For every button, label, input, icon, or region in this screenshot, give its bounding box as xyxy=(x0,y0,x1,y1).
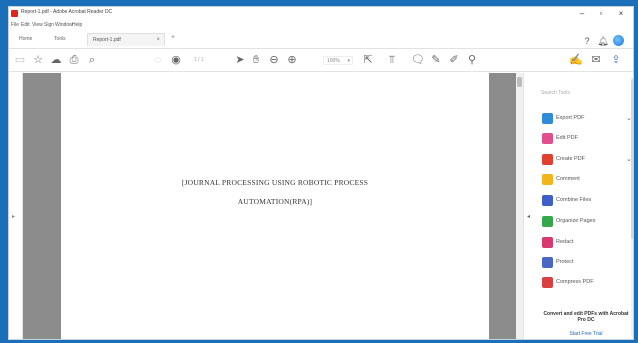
tool-edit-pdf[interactable]: Edit PDF xyxy=(542,132,632,146)
tool-organize-pages[interactable]: Organize Pages xyxy=(542,215,632,229)
panel-scrollbar-thumb[interactable] xyxy=(631,79,633,239)
menu-edit[interactable]: Edit xyxy=(21,22,30,28)
comment-tool-icon xyxy=(542,174,553,185)
tools-panel: ◂ Search Tools Export PDF ⌄ Edit PDF Cre… xyxy=(523,73,633,339)
search-tools-input[interactable]: Search Tools xyxy=(538,87,618,99)
document-scrollbar-thumb[interactable] xyxy=(517,77,522,87)
combine-files-icon xyxy=(542,195,553,206)
free-trial-link[interactable]: Start Free Trial xyxy=(542,331,630,337)
zoom-value: 100% xyxy=(327,58,340,64)
document-viewport: [JOURNAL PROCESSING USING ROBOTIC PROCES… xyxy=(23,73,523,339)
maximize-button[interactable]: ▫ xyxy=(594,8,608,20)
compress-pdf-icon xyxy=(542,277,553,288)
expand-left-panel-icon[interactable]: ▸ xyxy=(12,213,15,220)
protect-shield-icon xyxy=(542,257,553,268)
save-icon[interactable]: ▭ xyxy=(13,53,27,67)
tab-tools[interactable]: Tools xyxy=(49,33,77,46)
bookmark-star-icon[interactable]: ☆ xyxy=(31,53,45,67)
tab-close-icon[interactable]: × xyxy=(156,34,160,47)
comment-icon[interactable]: 🗨︎ xyxy=(411,53,425,67)
tool-redact[interactable]: Redact xyxy=(542,236,632,250)
tool-label: Combine Files xyxy=(556,197,592,203)
scroll-mode-icon[interactable]: ⫪ xyxy=(385,53,399,67)
tab-document-label: Report-1.pdf xyxy=(93,37,121,43)
export-pdf-icon xyxy=(542,113,553,124)
print-icon[interactable]: ⎙ xyxy=(67,53,81,67)
tool-export-pdf[interactable]: Export PDF ⌄ xyxy=(542,112,632,126)
create-pdf-icon xyxy=(542,154,553,165)
redact-icon xyxy=(542,237,553,248)
promo-text: Convert and edit PDFs with Acrobat Pro D… xyxy=(543,311,629,323)
edit-pdf-icon xyxy=(542,133,553,144)
acrobat-window: Report-1.pdf - Adobe Acrobat Reader DC –… xyxy=(8,6,634,340)
tool-label: Protect xyxy=(556,259,574,265)
tab-document[interactable]: Report-1.pdf × xyxy=(87,33,165,46)
menu-window[interactable]: Window xyxy=(55,22,73,28)
avatar[interactable] xyxy=(613,35,624,46)
tool-label: Export PDF xyxy=(556,115,585,121)
stamp-icon[interactable]: ⚲ xyxy=(465,53,479,67)
select-cursor-icon[interactable]: ➤ xyxy=(233,53,247,67)
tool-compress-pdf[interactable]: Compress PDF xyxy=(542,276,632,290)
pdf-page: [JOURNAL PROCESSING USING ROBOTIC PROCES… xyxy=(61,73,489,339)
panel-scrollbar[interactable] xyxy=(631,77,633,337)
document-title-line-1: [JOURNAL PROCESSING USING ROBOTIC PROCES… xyxy=(181,178,369,187)
tool-label: Organize Pages xyxy=(556,218,596,224)
previous-page-icon[interactable]: ◌ xyxy=(151,53,165,67)
highlight-pen-icon[interactable]: ✎ xyxy=(429,53,443,67)
collapse-panel-icon[interactable]: ◂ xyxy=(527,213,530,220)
hand-tool-icon[interactable]: ✋︎ xyxy=(249,53,263,67)
document-scrollbar[interactable] xyxy=(516,73,523,339)
chevron-down-icon: ▾ xyxy=(347,58,350,64)
tool-comment[interactable]: Comment xyxy=(542,173,632,187)
zoom-select[interactable]: 100% ▾ xyxy=(323,56,353,65)
menu-help[interactable]: Help xyxy=(72,22,82,28)
organize-pages-icon xyxy=(542,216,553,227)
left-navigation-rail: ▸ xyxy=(9,73,23,339)
menu-file[interactable]: File xyxy=(11,22,19,28)
notification-bell-icon[interactable]: 🔔︎ xyxy=(597,35,609,47)
tool-label: Redact xyxy=(556,239,574,245)
menu-view[interactable]: View xyxy=(32,22,43,28)
email-icon[interactable]: ✉ xyxy=(589,53,603,67)
upload-cloud-icon[interactable]: ☁ xyxy=(49,53,63,67)
tool-create-pdf[interactable]: Create PDF ⌄ xyxy=(542,153,632,167)
tool-protect[interactable]: Protect xyxy=(542,256,632,270)
tab-home[interactable]: Home xyxy=(14,33,42,46)
help-icon[interactable]: ? xyxy=(581,35,593,47)
draw-icon[interactable]: ✐ xyxy=(447,53,461,67)
acrobat-app-icon xyxy=(11,10,18,17)
title-bar: Report-1.pdf - Adobe Acrobat Reader DC –… xyxy=(9,7,633,21)
tool-combine-files[interactable]: Combine Files xyxy=(542,194,632,208)
toolbar: ▭ ☆ ☁ ⎙ ⌕ ◌ ◉ 1 / 1 ➤ ✋︎ ⊖ ⊕ 100% ▾ ⇱ ⫪ … xyxy=(9,50,633,72)
fit-page-icon[interactable]: ⇱ xyxy=(361,53,375,67)
sign-icon[interactable]: ✍ xyxy=(569,53,583,67)
minimize-button[interactable]: – xyxy=(575,8,589,20)
menu-bar: File Edit View Sign Window Help xyxy=(9,21,633,30)
zoom-out-icon[interactable]: ⊖ xyxy=(267,53,281,67)
page-count[interactable]: 1 / 1 xyxy=(194,57,204,63)
menu-sign[interactable]: Sign xyxy=(44,22,54,28)
window-title: Report-1.pdf - Adobe Acrobat Reader DC xyxy=(21,9,113,15)
share-icon[interactable]: ⇪ xyxy=(609,53,623,67)
new-tab-icon[interactable]: + xyxy=(171,34,175,41)
next-page-icon[interactable]: ◉ xyxy=(169,53,183,67)
zoom-in-icon[interactable]: ⊕ xyxy=(285,53,299,67)
close-window-button[interactable]: × xyxy=(614,8,628,20)
tool-label: Edit PDF xyxy=(556,135,579,141)
search-icon[interactable]: ⌕ xyxy=(85,53,99,67)
tool-label: Comment xyxy=(556,176,580,182)
tab-bar: Home Tools Report-1.pdf × + ? 🔔︎ xyxy=(9,30,633,49)
tool-label: Compress PDF xyxy=(556,279,594,285)
tool-label: Create PDF xyxy=(556,156,586,162)
document-title-line-2: AUTOMATION(RPA)] xyxy=(237,197,313,206)
